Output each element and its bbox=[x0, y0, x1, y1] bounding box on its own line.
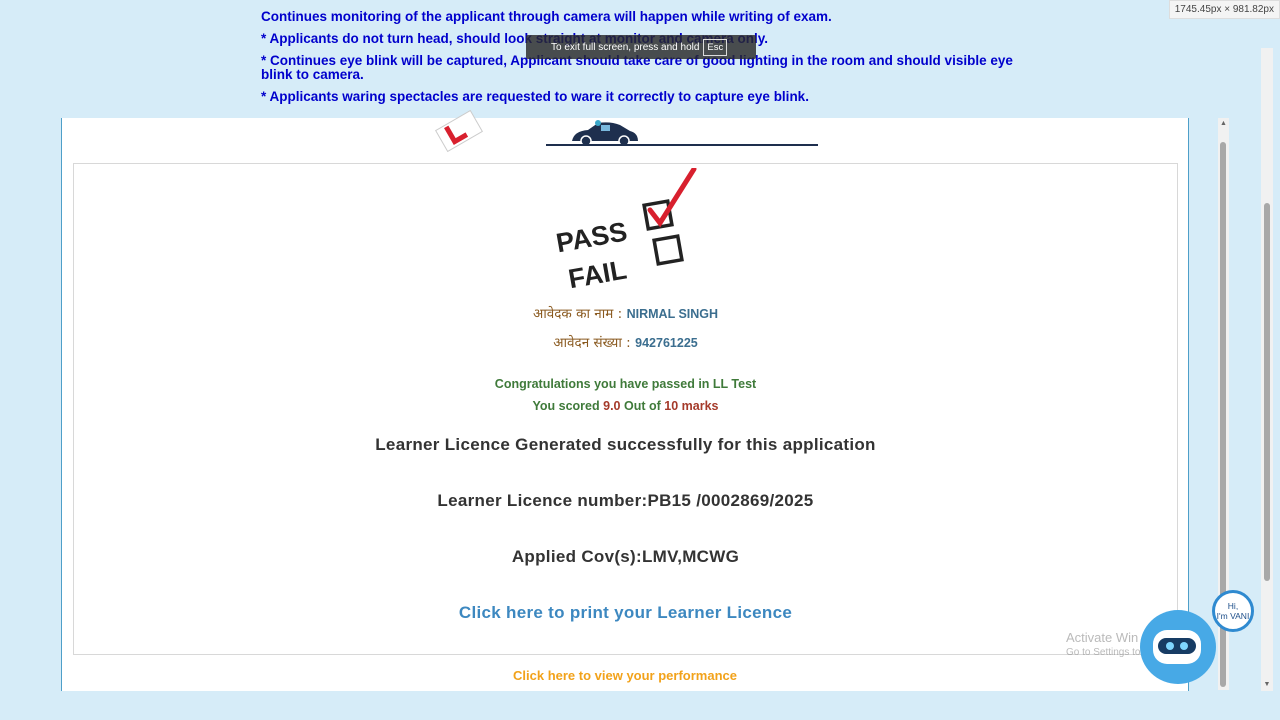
watermark-title: Activate Win bbox=[1066, 630, 1139, 645]
watermark-subtitle: Go to Settings to bbox=[1066, 647, 1141, 658]
robot-eye-right bbox=[1180, 642, 1188, 650]
applicant-name-label: आवेदक का नाम : bbox=[532, 306, 623, 322]
result-card: PASS FAIL आवेदक का नाम : NIRMAL SINGH आव… bbox=[73, 163, 1178, 655]
esc-key-hint: Esc bbox=[703, 38, 728, 56]
licence-generated-message: Learner Licence Generated successfully f… bbox=[375, 435, 876, 454]
learner-l-plate-logo bbox=[434, 109, 484, 153]
scroll-up-icon[interactable]: ▲ bbox=[1218, 118, 1229, 130]
print-licence-row: Click here to print your Learner Licence bbox=[74, 603, 1177, 623]
logo-underline bbox=[546, 144, 818, 146]
application-number-row: आवेदन संख्या : 942761225 bbox=[74, 333, 1177, 352]
applicant-name: NIRMAL SINGH bbox=[626, 307, 719, 321]
licence-number-label: Learner Licence number: bbox=[437, 491, 648, 510]
robot-face bbox=[1153, 630, 1201, 664]
robot-head-icon bbox=[1140, 610, 1216, 684]
vani-chatbot-button[interactable]: Hi, I'm VANI bbox=[1138, 590, 1258, 686]
car-logo-icon bbox=[572, 120, 638, 147]
max-marks: 10 marks bbox=[664, 399, 719, 413]
instruction-spectacles: * Applicants waring spectacles are reque… bbox=[261, 89, 809, 104]
print-licence-link[interactable]: Click here to print your Learner Licence bbox=[459, 603, 792, 622]
page-scroll-thumb[interactable] bbox=[1264, 203, 1270, 581]
fullscreen-exit-text: To exit full screen, press and hold bbox=[551, 41, 700, 53]
fail-checkbox bbox=[652, 234, 684, 266]
applicant-name-row: आवेदक का नाम : NIRMAL SINGH bbox=[74, 304, 1177, 323]
header-logos bbox=[62, 109, 1188, 158]
score-value: 9.0 bbox=[603, 399, 621, 413]
dimension-badge: 1745.45px × 981.82px bbox=[1168, 0, 1280, 19]
instruction-monitoring: Continues monitoring of the applicant th… bbox=[261, 9, 832, 24]
page-scrollbar[interactable]: ▼ bbox=[1261, 48, 1273, 691]
chatbot-greeting-bubble[interactable]: Hi, I'm VANI bbox=[1212, 590, 1254, 632]
robot-eye-left bbox=[1166, 642, 1174, 650]
congratulations-message: Congratulations you have passed in LL Te… bbox=[494, 377, 757, 391]
result-panel: PASS FAIL आवेदक का नाम : NIRMAL SINGH आव… bbox=[61, 109, 1189, 691]
page-scroll-down-icon[interactable]: ▼ bbox=[1261, 679, 1273, 691]
applied-cov-label: Applied Cov(s): bbox=[511, 547, 642, 566]
licence-number-row: Learner Licence number:PB15 /0002869/202… bbox=[74, 491, 1177, 511]
pass-word: PASS bbox=[554, 216, 629, 258]
score-line: You scored 9.0 Out of 10 marks bbox=[74, 399, 1177, 413]
instruction-eye-blink-cont: blink to camera. bbox=[261, 67, 364, 82]
fullscreen-exit-toast: To exit full screen, press and hold Esc bbox=[526, 35, 756, 59]
application-number-label: आवेदन संख्या : bbox=[553, 335, 631, 351]
score-mid: Out of bbox=[624, 399, 661, 413]
applied-cov: LMV,MCWG bbox=[641, 547, 740, 566]
greeting-line-2: I'm VANI bbox=[1216, 611, 1250, 621]
pass-fail-checkbox-image: PASS FAIL bbox=[554, 168, 697, 288]
activate-windows-watermark: Activate Win Go to Settings to bbox=[1066, 630, 1141, 658]
application-number: 942761225 bbox=[635, 336, 698, 350]
score-prefix: You scored bbox=[532, 399, 600, 413]
view-performance-link[interactable]: Click here to view your performance bbox=[62, 668, 1188, 683]
applied-cov-row: Applied Cov(s):LMV,MCWG bbox=[74, 547, 1177, 567]
robot-visor bbox=[1158, 638, 1196, 654]
licence-number: PB15 /0002869/2025 bbox=[647, 491, 814, 510]
greeting-line-1: Hi, bbox=[1227, 601, 1239, 611]
fail-word: FAIL bbox=[566, 255, 629, 288]
red-checkmark-icon bbox=[647, 168, 697, 228]
